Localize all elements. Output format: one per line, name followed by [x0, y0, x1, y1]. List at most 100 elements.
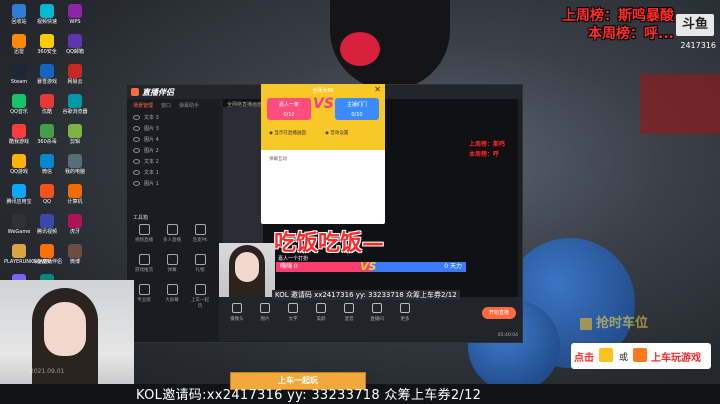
desktop-icon[interactable]: 视频快速: [32, 4, 62, 25]
desktop-icon[interactable]: WPS: [60, 4, 90, 25]
toolbar-icon: [400, 303, 410, 313]
desktop-icon-label: PLAYERUNKNOWN: [4, 259, 50, 265]
desktop-icon[interactable]: 微信: [32, 154, 62, 175]
desktop-icon-label: QQ游戏: [10, 169, 28, 175]
desktop-icon[interactable]: 剪辑: [60, 124, 90, 145]
app-icon: [12, 184, 26, 198]
source-label: 图片 3: [144, 126, 159, 132]
pk-option-sound[interactable]: ◉ 音效设置: [325, 130, 348, 136]
desktop-icon[interactable]: PLAYERUNKNOWN: [4, 244, 50, 265]
close-icon[interactable]: ✕: [374, 85, 381, 94]
desktop-icon[interactable]: 虎牙: [60, 214, 90, 235]
tool-button[interactable]: 游戏推流: [133, 254, 155, 273]
desktop-icon-label: WPS: [69, 19, 81, 25]
source-label: 图片 2: [144, 148, 159, 154]
tool-button[interactable]: 弹幕: [161, 254, 183, 273]
source-item[interactable]: 文本 2: [127, 156, 219, 167]
source-item[interactable]: 图片 1: [127, 178, 219, 189]
desktop-icon[interactable]: 360安全: [32, 34, 62, 55]
eye-icon[interactable]: [133, 126, 140, 131]
vs-icon: VS: [313, 96, 334, 112]
pk-option-display[interactable]: ◉ 显示在直播画面: [269, 130, 306, 136]
desktop-icon-label: 斗鱼直播伴侣: [32, 259, 63, 265]
pk-team-a: 嘉人一家 0/10: [267, 98, 311, 120]
eye-icon[interactable]: [133, 159, 140, 164]
toolbar-button[interactable]: 美颜: [309, 303, 333, 322]
team-a-name: 嘉人一家: [278, 102, 299, 108]
toolbar-icon: [288, 303, 298, 313]
go-live-button[interactable]: 开始直播: [482, 307, 516, 319]
promo-icon-2: [633, 348, 647, 362]
eye-icon[interactable]: [133, 115, 140, 120]
desktop-icon[interactable]: QQ游戏: [4, 154, 34, 175]
bottom-toolbar: 开始直播 05:40:04 摄像头 图片 文字 美颜 混音 直播间 更多: [219, 297, 522, 341]
toolbar-label: 混音: [344, 317, 354, 322]
tool-button[interactable]: 连麦PK: [189, 224, 211, 243]
tool-label: 连麦PK: [192, 238, 208, 243]
desktop-icon[interactable]: Steam: [4, 64, 34, 85]
tool-button[interactable]: 多人直播: [161, 224, 183, 243]
desktop-icon[interactable]: QQ邮箱: [60, 34, 90, 55]
tool-button[interactable]: 礼物: [189, 254, 211, 273]
tool-label: 视频直播: [135, 238, 153, 243]
desktop-icon-label: 视频快速: [36, 19, 57, 25]
desktop-icons: 回收站迅雷 Steam QQ音乐酷我游戏 QQ游戏腾讯应用宝 WeGame PLAYERU…: [0, 0, 90, 295]
desktop-icon[interactable]: 网易云: [60, 64, 90, 85]
pk-dialog[interactable]: 全网大PK ✕ 嘉人一家 0/10 VS 主播们门 0/10 ◉ 显示在直播画面…: [261, 84, 385, 224]
mini-webcam: [219, 243, 275, 297]
toolbar-button[interactable]: 图片: [253, 303, 277, 322]
toolbar-button[interactable]: 更多: [393, 303, 417, 322]
desktop-icon[interactable]: 迅雷: [4, 34, 34, 55]
source-item[interactable]: 文本 1: [127, 167, 219, 178]
source-item[interactable]: 文本 3: [127, 112, 219, 123]
eye-icon[interactable]: [133, 181, 140, 186]
tab-window[interactable]: 窗口: [161, 102, 171, 109]
pk-body: 弹幕互动: [269, 157, 287, 162]
source-item[interactable]: 图片 4: [127, 134, 219, 145]
desktop-icon[interactable]: 360杀毒: [32, 124, 62, 145]
tool-icon: [166, 284, 178, 295]
desktop-icon[interactable]: 腾讯视频: [32, 214, 62, 235]
desktop-icon[interactable]: 酷我游戏: [4, 124, 34, 145]
tool-button[interactable]: 专业版: [133, 284, 155, 303]
toolbar-button[interactable]: 直播间: [365, 303, 389, 322]
sidebar-tabs: 场景管理 窗口 弹幕助手: [127, 99, 219, 112]
tool-icon: [166, 224, 178, 235]
eye-icon[interactable]: [133, 137, 140, 142]
desktop-icon[interactable]: 斗鱼直播伴侣: [32, 244, 62, 265]
desktop-icon[interactable]: QQ音乐: [4, 94, 34, 115]
toolbar-button[interactable]: 摄像头: [225, 303, 249, 322]
desktop-icon[interactable]: 微博: [60, 244, 90, 265]
eye-icon[interactable]: [133, 148, 140, 153]
desktop-icon[interactable]: 计算机: [60, 184, 90, 205]
desktop-icon[interactable]: QQ: [32, 184, 62, 205]
desktop-icon[interactable]: 暴雪游戏: [32, 64, 62, 85]
tool-icon: [194, 284, 206, 295]
tool-icon: [194, 254, 206, 265]
cam-date: 2021.09.01: [30, 368, 65, 375]
source-label: 文本 3: [144, 115, 159, 121]
source-item[interactable]: 图片 2: [127, 145, 219, 156]
desktop-icon[interactable]: 优酷: [32, 94, 62, 115]
desktop-icon-label: QQ音乐: [10, 109, 28, 115]
tool-button[interactable]: 大屏幕: [161, 284, 183, 303]
toolbar-button[interactable]: 混音: [337, 303, 361, 322]
app-name: 直播伴侣: [142, 87, 174, 97]
toolbar-button[interactable]: 文字: [281, 303, 305, 322]
desktop-icon[interactable]: 腾讯应用宝: [4, 184, 34, 205]
promo-or: 或: [619, 353, 629, 363]
source-list: 文本 3 图片 3 图片 4 图片 2 文本 2 文本 1 图片 1: [127, 112, 219, 189]
desktop-icon[interactable]: 我的电脑: [60, 154, 90, 175]
team-a-score: 0/10: [283, 112, 295, 118]
desktop-icon[interactable]: WeGame: [4, 214, 34, 235]
tool-button[interactable]: 上车一起玩: [189, 284, 211, 309]
tool-button[interactable]: 视频直播: [133, 224, 155, 243]
tool-label: 专业版: [137, 298, 151, 303]
scene-red-bow: [340, 32, 380, 66]
desktop-icon[interactable]: 谷歌浏览器: [60, 94, 90, 115]
tab-danmu[interactable]: 弹幕助手: [179, 102, 199, 109]
eye-icon[interactable]: [133, 170, 140, 175]
tab-scene[interactable]: 场景管理: [133, 102, 153, 109]
source-item[interactable]: 图片 3: [127, 123, 219, 134]
desktop-icon[interactable]: 回收站: [4, 4, 34, 25]
